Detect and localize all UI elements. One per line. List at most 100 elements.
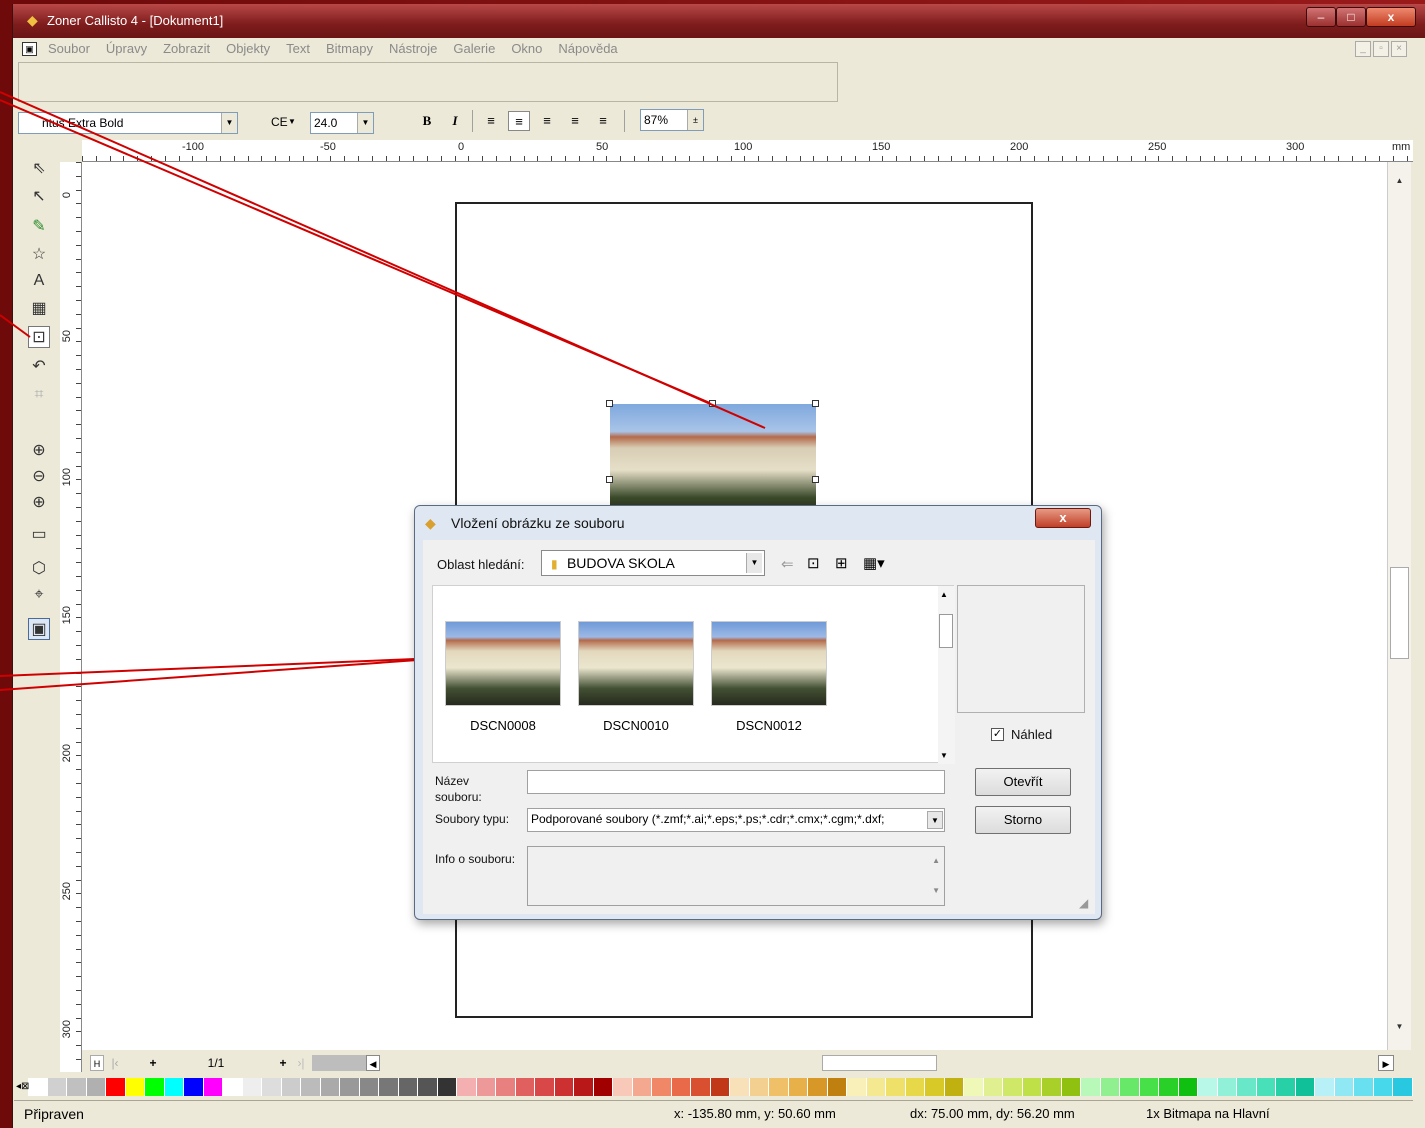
scroll-down-icon[interactable]: ▼: [1390, 1018, 1409, 1036]
scroll-down-icon[interactable]: ▼: [932, 881, 940, 901]
menu-item[interactable]: Soubor: [48, 41, 90, 56]
menu-item[interactable]: Nápověda: [558, 41, 617, 56]
palette-swatch[interactable]: [847, 1078, 867, 1096]
palette-swatch[interactable]: [28, 1078, 48, 1096]
italic-button[interactable]: I: [444, 111, 466, 131]
scroll-right-icon[interactable]: ▶: [1378, 1055, 1394, 1071]
palette-swatch[interactable]: [925, 1078, 945, 1096]
palette-swatch[interactable]: [1042, 1078, 1062, 1096]
node-tool-icon[interactable]: ↖: [28, 186, 50, 208]
palette-swatch[interactable]: [1354, 1078, 1374, 1096]
add-page-after-button[interactable]: +: [276, 1055, 290, 1071]
back-arrow-icon[interactable]: ⇐: [781, 555, 794, 573]
palette-swatch[interactable]: [652, 1078, 672, 1096]
filetype-select[interactable]: Podporované soubory (*.zmf;*.ai;*.eps;*.…: [527, 808, 945, 832]
undo-icon[interactable]: ↶: [28, 356, 50, 378]
menu-item[interactable]: Text: [286, 41, 310, 56]
palette-swatch[interactable]: [496, 1078, 516, 1096]
crop-tool-icon[interactable]: ⌗: [28, 384, 50, 406]
palette-swatch[interactable]: [632, 1078, 652, 1096]
palette-swatch[interactable]: [730, 1078, 750, 1096]
file-list-scrollbar[interactable]: ▲ ▼: [938, 586, 955, 764]
scroll-up-icon[interactable]: ▲: [932, 851, 940, 871]
menu-item[interactable]: Úpravy: [106, 41, 147, 56]
preview-checkbox[interactable]: ✓: [991, 728, 1004, 741]
menu-item[interactable]: Zobrazit: [163, 41, 210, 56]
palette-swatch[interactable]: [554, 1078, 574, 1096]
palette-swatch[interactable]: [1061, 1078, 1081, 1096]
maximize-button[interactable]: □: [1336, 7, 1366, 27]
palette-swatch[interactable]: [574, 1078, 594, 1096]
palette-swatch[interactable]: [1276, 1078, 1296, 1096]
font-select[interactable]: ntus Extra Bold ▼: [18, 112, 238, 134]
palette-swatch[interactable]: [1393, 1078, 1413, 1096]
palette-swatch[interactable]: [1159, 1078, 1179, 1096]
scroll-up-icon[interactable]: ▲: [940, 590, 948, 599]
palette-swatch[interactable]: [1217, 1078, 1237, 1096]
resize-handle[interactable]: [812, 400, 819, 407]
palette-swatch[interactable]: [164, 1078, 184, 1096]
minimize-button[interactable]: –: [1306, 7, 1336, 27]
first-page-button[interactable]: H: [90, 1055, 104, 1071]
look-in-select[interactable]: ▮ BUDOVA SKOLA ▼: [541, 550, 765, 576]
resize-handle[interactable]: [812, 476, 819, 483]
palette-swatch[interactable]: [1022, 1078, 1042, 1096]
align-center-icon[interactable]: ≡: [508, 111, 530, 131]
scroll-thumb[interactable]: [939, 614, 953, 648]
palette-swatch[interactable]: [1081, 1078, 1101, 1096]
palette-swatch[interactable]: [1334, 1078, 1354, 1096]
palette-swatch[interactable]: [1237, 1078, 1257, 1096]
palette-swatch[interactable]: [476, 1078, 496, 1096]
palette-swatch[interactable]: [769, 1078, 789, 1096]
zoom-field[interactable]: 87% ±: [640, 109, 704, 131]
palette-swatch[interactable]: [1003, 1078, 1023, 1096]
select-zoom-icon[interactable]: ⬡: [28, 558, 50, 580]
title-bar[interactable]: ◆ Zoner Callisto 4 - [Dokument1] – □ x: [13, 4, 1425, 38]
open-button[interactable]: Otevřít: [975, 768, 1071, 796]
palette-swatch[interactable]: [593, 1078, 613, 1096]
horizontal-scroll-thumb[interactable]: [822, 1055, 937, 1071]
palette-swatch[interactable]: [223, 1078, 243, 1096]
palette-swatch[interactable]: [788, 1078, 808, 1096]
palette-swatch[interactable]: [964, 1078, 984, 1096]
file-name-0[interactable]: DSCN0008: [445, 718, 561, 733]
palette-swatch[interactable]: [905, 1078, 925, 1096]
palette-swatch[interactable]: [749, 1078, 769, 1096]
palette-swatch[interactable]: [398, 1078, 418, 1096]
file-name-1[interactable]: DSCN0010: [578, 718, 694, 733]
palette-swatch[interactable]: [1295, 1078, 1315, 1096]
palette-swatch[interactable]: [613, 1078, 633, 1096]
palette-left-icon[interactable]: ◂⊠: [16, 1078, 29, 1096]
palette-swatch[interactable]: [1198, 1078, 1218, 1096]
scroll-thumb[interactable]: [1390, 567, 1409, 659]
up-folder-icon[interactable]: ⊡: [807, 554, 820, 572]
prev-page-icon[interactable]: |‹: [108, 1055, 122, 1071]
view-icon[interactable]: ▣: [28, 618, 50, 640]
palette-swatch[interactable]: [359, 1078, 379, 1096]
resize-grip-icon[interactable]: ◢: [1079, 896, 1088, 910]
palette-swatch[interactable]: [437, 1078, 457, 1096]
palette-swatch[interactable]: [671, 1078, 691, 1096]
scroll-left-icon[interactable]: ◀: [366, 1055, 380, 1071]
mdi-close-icon[interactable]: ×: [1391, 41, 1407, 57]
mdi-minimize-icon[interactable]: _: [1355, 41, 1371, 57]
curve-tool-icon[interactable]: ✎: [28, 216, 50, 238]
palette-swatch[interactable]: [983, 1078, 1003, 1096]
file-name-2[interactable]: DSCN0012: [711, 718, 827, 733]
palette-swatch[interactable]: [886, 1078, 906, 1096]
zoom-selection-icon[interactable]: ⌖: [28, 584, 50, 606]
filename-input[interactable]: [527, 770, 945, 794]
scroll-down-icon[interactable]: ▼: [940, 751, 948, 760]
menu-item[interactable]: Bitmapy: [326, 41, 373, 56]
palette-swatch[interactable]: [184, 1078, 204, 1096]
file-thumbnail-0[interactable]: [445, 621, 561, 706]
palette-swatch[interactable]: [67, 1078, 87, 1096]
document-icon[interactable]: ▣: [22, 42, 37, 56]
close-button[interactable]: x: [1366, 7, 1416, 27]
file-thumbnail-2[interactable]: [711, 621, 827, 706]
view-menu-icon[interactable]: ▦▾: [863, 554, 885, 572]
placed-image[interactable]: [610, 404, 816, 514]
palette-swatch[interactable]: [106, 1078, 126, 1096]
palette-swatch[interactable]: [1120, 1078, 1140, 1096]
vertical-scrollbar[interactable]: ▲ ▼: [1387, 162, 1411, 1050]
